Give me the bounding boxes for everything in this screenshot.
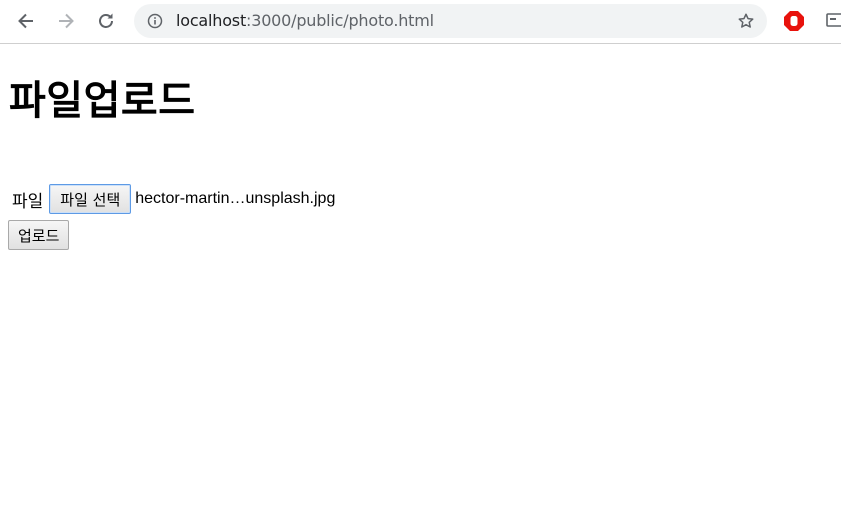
address-bar[interactable]: localhost:3000/public/photo.html (134, 4, 767, 38)
browser-toolbar: localhost:3000/public/photo.html (0, 0, 841, 44)
choose-file-button[interactable]: 파일 선택 (49, 184, 132, 214)
back-arrow-icon (18, 13, 33, 29)
reload-button[interactable] (93, 8, 119, 34)
back-button[interactable] (13, 8, 39, 34)
cast-icon[interactable] (826, 12, 841, 28)
selected-file-name: hector-martin…unsplash.jpg (135, 190, 336, 207)
url-text[interactable]: localhost:3000/public/photo.html (176, 11, 434, 31)
forward-arrow-icon (59, 13, 74, 29)
reload-icon (99, 13, 113, 28)
info-icon[interactable] (147, 13, 163, 29)
upload-button[interactable]: 업로드 (8, 220, 70, 250)
star-icon[interactable] (737, 12, 755, 30)
page-title: 파일업로드 (9, 78, 196, 124)
file-label: 파일 (12, 191, 44, 212)
page-content: 파일업로드 파일 파일 선택 hector-martin…unsplash.jp… (0, 45, 841, 508)
stop-sign-icon[interactable] (783, 10, 805, 32)
url-path: :3000/public/photo.html (246, 11, 434, 30)
url-host: localhost (176, 11, 247, 30)
forward-button[interactable] (53, 8, 79, 34)
file-input-row: 파일 파일 선택 hector-martin…unsplash.jpg (12, 184, 335, 214)
